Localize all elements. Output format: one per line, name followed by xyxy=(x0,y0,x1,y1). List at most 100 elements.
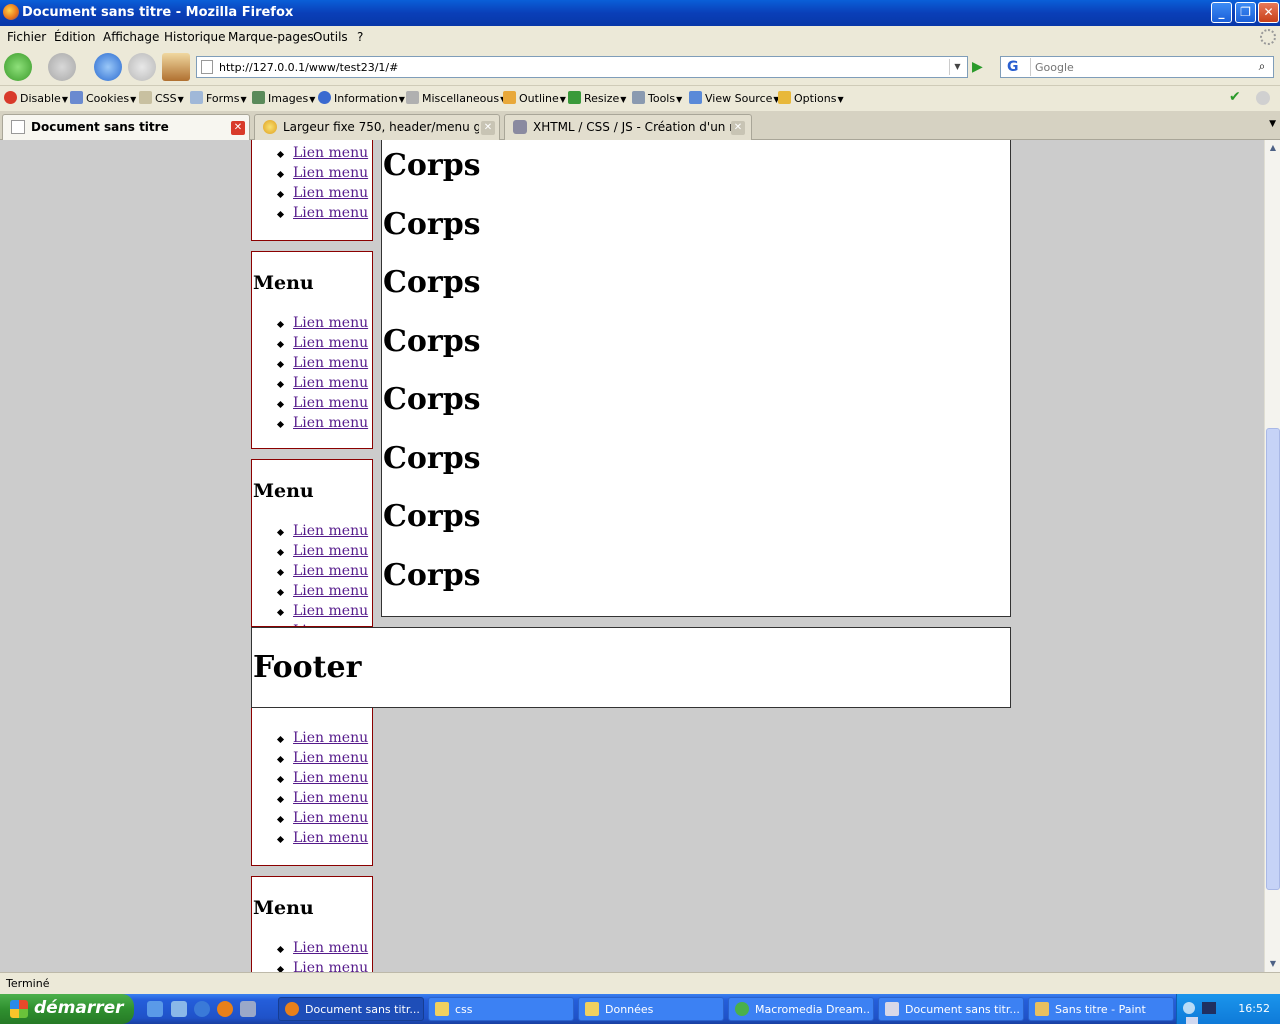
dev-miscellaneous[interactable]: Miscellaneous▼ xyxy=(406,91,506,105)
quicklaunch-ie-icon[interactable] xyxy=(147,1001,163,1017)
dev-resize[interactable]: Resize▼ xyxy=(568,91,626,105)
task-css-folder[interactable]: css xyxy=(428,997,574,1021)
menu-outils[interactable]: Outils xyxy=(313,30,348,44)
home-icon[interactable] xyxy=(162,53,190,81)
vertical-scrollbar[interactable]: ▲ ▼ xyxy=(1264,140,1280,972)
taskbar-clock[interactable]: 16:52 xyxy=(1238,1002,1270,1015)
task-label: Document sans titr... xyxy=(905,1003,1020,1016)
menu-link[interactable]: Lien menu xyxy=(293,415,368,431)
back-arrow-icon[interactable] xyxy=(4,53,32,81)
menu-link[interactable]: Lien menu xyxy=(293,583,368,599)
search-bar[interactable]: G ⌕ xyxy=(1000,56,1274,78)
start-button[interactable]: démarrer xyxy=(0,994,134,1024)
dev-information[interactable]: Information▼ xyxy=(318,91,405,105)
task-firefox-document[interactable]: Document sans titr... xyxy=(278,997,424,1021)
dev-miscellaneous-label: Miscellaneous xyxy=(422,92,500,105)
dev-disable[interactable]: Disable▼ xyxy=(4,91,68,105)
menu-link[interactable]: Lien menu xyxy=(293,790,368,806)
menu-link[interactable]: Lien menu xyxy=(293,165,368,181)
menu-link[interactable]: Lien menu xyxy=(293,960,368,972)
forward-arrow-icon[interactable] xyxy=(48,53,76,81)
menu-link[interactable]: Lien menu xyxy=(293,375,368,391)
menu-affichage[interactable]: Affichage xyxy=(103,30,159,44)
dev-cookies[interactable]: Cookies▼ xyxy=(70,91,136,105)
page-icon xyxy=(201,60,213,74)
menu-link[interactable]: Lien menu xyxy=(293,395,368,411)
dev-options-label: Options xyxy=(794,92,837,105)
dev-view-source[interactable]: View Source▼ xyxy=(689,91,780,105)
menu-link[interactable]: Lien menu xyxy=(293,543,368,559)
search-icon[interactable]: ⌕ xyxy=(1254,59,1270,75)
menu-list-item: Lien menu xyxy=(274,415,368,435)
menu-link[interactable]: Lien menu xyxy=(293,205,368,221)
quicklaunch-firefox-icon[interactable] xyxy=(217,1001,233,1017)
scroll-down-arrow-icon[interactable]: ▼ xyxy=(1266,956,1280,972)
task-document-editor[interactable]: Document sans titr... xyxy=(878,997,1024,1021)
menu-link[interactable]: Lien menu xyxy=(293,523,368,539)
task-paint[interactable]: Sans titre - Paint xyxy=(1028,997,1174,1021)
corps-heading: Corps xyxy=(383,207,481,242)
menu-link[interactable]: Lien menu xyxy=(293,810,368,826)
menu-link[interactable]: Lien menu xyxy=(293,145,368,161)
menu-link[interactable]: Lien menu xyxy=(293,335,368,351)
dev-disable-label: Disable xyxy=(20,92,61,105)
menu-marque-pages[interactable]: Marque-pages xyxy=(228,30,314,44)
folder-icon xyxy=(435,1002,449,1016)
quicklaunch-media-icon[interactable] xyxy=(240,1001,256,1017)
menu-fichier[interactable]: Fichier xyxy=(7,30,46,44)
quicklaunch-browser-icon[interactable] xyxy=(194,1001,210,1017)
url-bar[interactable]: ▼ xyxy=(196,56,968,78)
menu-link[interactable]: Lien menu xyxy=(293,603,368,619)
tray-icons[interactable] xyxy=(1183,1002,1233,1024)
tab-xhtml-css-js[interactable]: XHTML / CSS / JS - Création d'un nouv...… xyxy=(504,114,752,140)
close-window-button[interactable]: ✕ xyxy=(1258,2,1279,23)
task-label: Sans titre - Paint xyxy=(1055,1003,1146,1016)
go-arrow-icon[interactable]: ▶ xyxy=(972,58,990,76)
menu-list-item: Lien menu xyxy=(274,603,368,623)
dev-tools[interactable]: Tools▼ xyxy=(632,91,682,105)
dev-forms[interactable]: Forms▼ xyxy=(190,91,247,105)
reload-icon[interactable] xyxy=(94,53,122,81)
menu-link[interactable]: Lien menu xyxy=(293,730,368,746)
task-donnees-folder[interactable]: Données xyxy=(578,997,724,1021)
list-all-tabs-icon[interactable]: ▼ xyxy=(1269,119,1276,129)
tray-network-icon[interactable] xyxy=(1201,1002,1216,1014)
search-input[interactable] xyxy=(1035,59,1245,75)
dev-css[interactable]: CSS▼ xyxy=(139,91,184,105)
stop-icon[interactable] xyxy=(128,53,156,81)
task-dreamweaver[interactable]: Macromedia Dream... xyxy=(728,997,874,1021)
firefox-icon xyxy=(3,4,19,20)
menu-link[interactable]: Lien menu xyxy=(293,315,368,331)
restore-button[interactable]: ❐ xyxy=(1235,2,1256,23)
tab-document-sans-titre[interactable]: Document sans titre ✕ xyxy=(2,114,250,141)
menu-link[interactable]: Lien menu xyxy=(293,750,368,766)
quicklaunch-desktop-icon[interactable] xyxy=(171,1001,187,1017)
menu-link[interactable]: Lien menu xyxy=(293,185,368,201)
system-tray: 16:52 xyxy=(1176,994,1280,1024)
menu-edition[interactable]: Édition xyxy=(54,30,96,44)
scroll-up-arrow-icon[interactable]: ▲ xyxy=(1266,140,1280,156)
close-tab-icon[interactable]: ✕ xyxy=(731,121,745,135)
close-tab-icon[interactable]: ✕ xyxy=(231,121,245,135)
dev-images[interactable]: Images▼ xyxy=(252,91,315,105)
close-tab-icon[interactable]: ✕ xyxy=(481,121,495,135)
menu-historique[interactable]: Historique xyxy=(164,30,226,44)
menu-link[interactable]: Lien menu xyxy=(293,563,368,579)
url-input[interactable] xyxy=(219,59,939,75)
tray-volume-icon[interactable] xyxy=(1186,1017,1198,1024)
menu-link[interactable]: Lien menu xyxy=(293,355,368,371)
tray-expand-icon[interactable] xyxy=(1183,1002,1195,1014)
menu-help[interactable]: ? xyxy=(357,30,363,44)
dev-options[interactable]: Options▼ xyxy=(778,91,844,105)
menu-link[interactable]: Lien menu xyxy=(293,940,368,956)
menu-link[interactable]: Lien menu xyxy=(293,770,368,786)
tab-largeur-fixe[interactable]: Largeur fixe 750, header/menu gauch... ✕ xyxy=(254,114,500,140)
url-dropdown-icon[interactable]: ▼ xyxy=(949,59,965,75)
scrollbar-thumb[interactable] xyxy=(1266,428,1280,890)
dev-outline[interactable]: Outline▼ xyxy=(503,91,566,105)
google-engine-icon[interactable]: G xyxy=(1003,58,1031,76)
menu-link[interactable]: Lien menu xyxy=(293,830,368,846)
minimize-button[interactable]: _ xyxy=(1211,2,1232,23)
outline-icon xyxy=(503,91,516,104)
task-label: Document sans titr... xyxy=(305,1003,420,1016)
